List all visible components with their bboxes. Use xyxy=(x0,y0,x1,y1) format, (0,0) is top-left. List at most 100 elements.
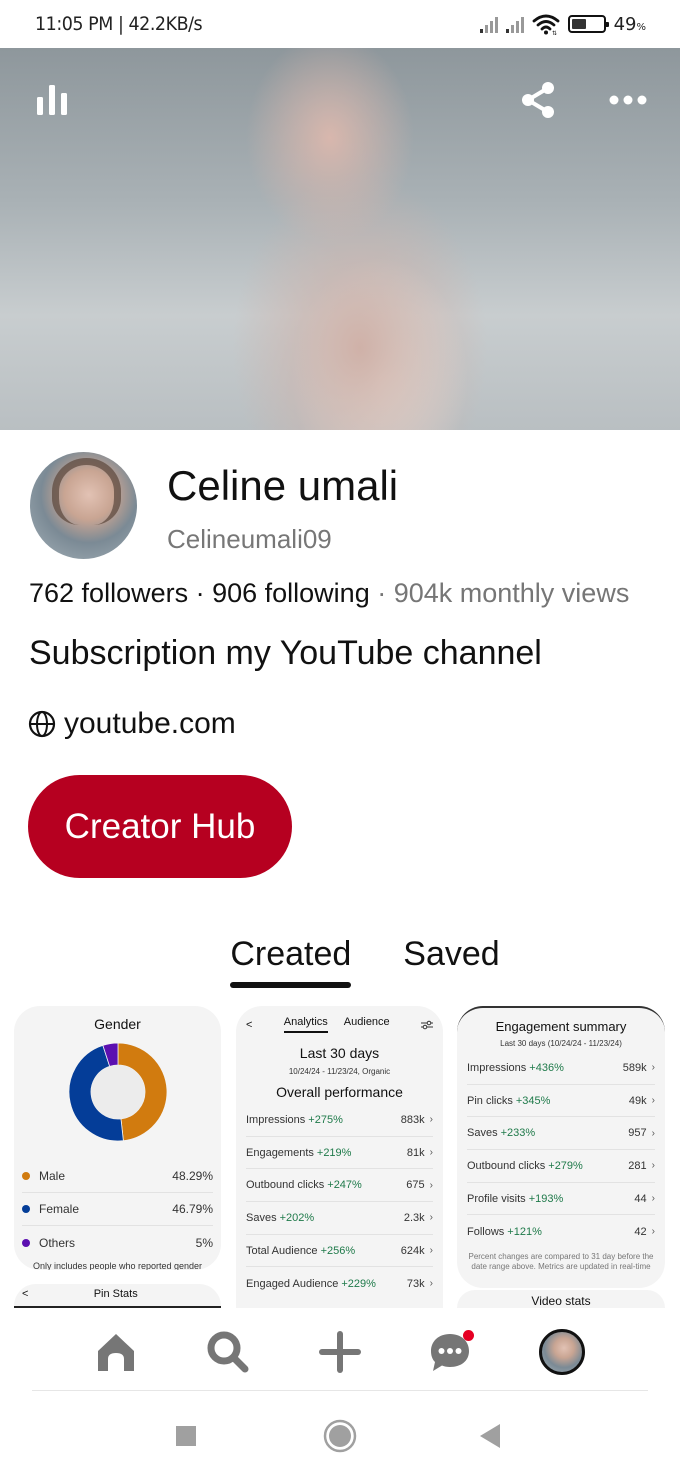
gender-pin-card[interactable]: Gender Male 48.29% Female 46.79% Others … xyxy=(14,1006,221,1270)
battery-icon xyxy=(567,15,609,33)
analytics-metric-list: Impressions +275% 883k › Engagements +219% 81k… xyxy=(246,1104,433,1300)
metric-value-group: 675 › xyxy=(406,1179,433,1191)
stats-button[interactable] xyxy=(28,76,76,124)
chevron-right-icon: › xyxy=(651,1226,655,1238)
metric-value: 957 xyxy=(628,1127,647,1140)
status-time-speed: 11:05 PM | 42.2KB/s xyxy=(35,13,203,35)
tab-created[interactable]: Created xyxy=(230,935,351,988)
metric-label-group: Engaged Audience +229% xyxy=(246,1278,376,1290)
metric-row[interactable]: Engagements +219% 81k › xyxy=(246,1137,433,1170)
metric-row[interactable]: Profile visits +193% 44 › xyxy=(467,1183,655,1216)
gender-footnote: Only includes people who reported gender xyxy=(32,1261,203,1270)
battery-level xyxy=(571,19,587,29)
signal-icon xyxy=(479,15,498,33)
metric-value: 44 xyxy=(634,1192,647,1205)
chevron-right-icon: › xyxy=(429,1114,433,1126)
metric-change: +275% xyxy=(308,1113,343,1126)
legend-item-female: Female 46.79% xyxy=(22,1193,213,1226)
legend-value: 5% xyxy=(195,1235,213,1250)
system-back-button[interactable] xyxy=(470,1416,510,1456)
pin-stats-title: Pin Stats xyxy=(93,1288,138,1300)
metric-value-group: 589k › xyxy=(623,1062,655,1074)
legend-label: Female xyxy=(39,1202,80,1216)
legend-dot-male xyxy=(22,1172,30,1180)
nav-profile-button[interactable] xyxy=(536,1326,588,1378)
tab-saved[interactable]: Saved xyxy=(403,935,499,988)
video-stats-pin-card[interactable]: Video stats xyxy=(457,1290,665,1308)
metric-change: +345% xyxy=(515,1094,551,1107)
donut-hole xyxy=(90,1065,145,1119)
system-navigation xyxy=(0,1400,680,1473)
nav-create-button[interactable] xyxy=(314,1326,366,1378)
battery-percent: 49% xyxy=(613,13,646,35)
metric-label-group: Saves +233% xyxy=(467,1127,535,1139)
analytics-date-range: 10/24/24 - 11/23/24, Organic xyxy=(288,1067,391,1076)
engagement-pin-card[interactable]: Engagement summary Last 30 days (10/24/2… xyxy=(457,1006,665,1288)
metric-row[interactable]: Follows +121% 42 › xyxy=(467,1215,655,1248)
avatar[interactable] xyxy=(30,452,137,559)
metric-label-group: Impressions +275% xyxy=(246,1114,343,1126)
chevron-right-icon: › xyxy=(651,1160,655,1172)
metric-row[interactable]: Outbound clicks +279% 281 › xyxy=(467,1150,655,1183)
metric-row[interactable]: Total Audience +256% 624k › xyxy=(246,1235,433,1268)
metric-row[interactable]: Saves +202% 2.3k › xyxy=(246,1202,433,1235)
metric-change: +202% xyxy=(279,1211,315,1224)
globe-icon xyxy=(28,710,56,738)
metric-label: Saves xyxy=(246,1211,277,1224)
nav-search-button[interactable] xyxy=(202,1326,254,1378)
website-link[interactable]: youtube.com xyxy=(28,707,236,741)
metric-label: Pin clicks xyxy=(467,1094,513,1107)
profile-username: Celineumali09 xyxy=(167,524,332,554)
recent-apps-button[interactable] xyxy=(166,1416,206,1456)
metric-label-group: Follows +121% xyxy=(467,1226,542,1238)
metric-value: 2.3k xyxy=(403,1211,425,1224)
metric-label-group: Impressions +436% xyxy=(467,1062,564,1074)
chevron-right-icon: › xyxy=(651,1095,655,1107)
metric-row[interactable]: Pin clicks +345% 49k › xyxy=(467,1085,655,1118)
bottom-navigation xyxy=(0,1310,680,1390)
metric-value-group: 44 › xyxy=(634,1193,655,1205)
monthly-views: · 904k monthly views xyxy=(369,578,630,608)
metric-label-group: Saves +202% xyxy=(246,1212,314,1224)
metric-change: +256% xyxy=(320,1244,356,1257)
pin-stats-pin-card[interactable]: < Pin Stats xyxy=(14,1284,221,1308)
nav-home-button[interactable] xyxy=(90,1326,142,1378)
svg-text:⇅: ⇅ xyxy=(552,30,557,35)
legend-value: 48.29% xyxy=(172,1169,213,1183)
metric-row[interactable]: Impressions +275% 883k › xyxy=(246,1104,433,1137)
chevron-right-icon: › xyxy=(651,1127,655,1139)
engagement-metric-list: Impressions +436% 589k › Pin clicks +345% 49k ›… xyxy=(467,1052,655,1248)
gender-donut-chart xyxy=(68,1042,167,1142)
metric-label-group: Profile visits +193% xyxy=(467,1193,563,1205)
metric-label: Saves xyxy=(467,1127,498,1140)
metric-change: +121% xyxy=(507,1225,542,1238)
metric-value: 49k xyxy=(628,1094,647,1107)
metric-value: 883k xyxy=(400,1113,425,1126)
chevron-right-icon: › xyxy=(429,1278,433,1290)
metric-label-group: Outbound clicks +279% xyxy=(467,1160,583,1172)
metric-row[interactable]: Saves +233% 957 › xyxy=(467,1117,655,1151)
analytics-heading: Last 30 days xyxy=(299,1045,380,1061)
chevron-right-icon: › xyxy=(429,1147,433,1159)
metric-row[interactable]: Impressions +436% 589k › xyxy=(467,1052,655,1085)
metric-label-group: Total Audience +256% xyxy=(246,1245,355,1257)
metric-row[interactable]: Engaged Audience +229% 73k › xyxy=(246,1267,433,1300)
analytics-pin-card[interactable]: < Analytics Audience Last 30 days 10/24/… xyxy=(236,1006,443,1308)
video-stats-title: Video stats xyxy=(531,1294,591,1308)
share-button[interactable] xyxy=(514,76,562,124)
metric-row[interactable]: Outbound clicks +247% 675 › xyxy=(246,1169,433,1203)
followers-count[interactable]: 762 followers xyxy=(29,578,188,608)
creator-hub-button[interactable]: Creator Hub xyxy=(28,775,292,878)
more-options-button[interactable] xyxy=(604,76,652,124)
home-circle-icon xyxy=(323,1419,357,1453)
wifi-icon: ⇅ xyxy=(532,14,559,35)
system-home-button[interactable] xyxy=(320,1416,360,1456)
metric-label-group: Engagements +219% xyxy=(246,1147,351,1159)
audience-tab: Audience xyxy=(343,1016,390,1028)
nav-messages-button[interactable] xyxy=(424,1326,476,1378)
metric-value-group: 73k › xyxy=(407,1278,433,1290)
website-text: youtube.com xyxy=(64,707,236,740)
profile-avatar-icon xyxy=(539,1329,585,1375)
following-count[interactable]: 906 following xyxy=(212,578,370,608)
metric-label: Outbound clicks xyxy=(246,1179,325,1192)
